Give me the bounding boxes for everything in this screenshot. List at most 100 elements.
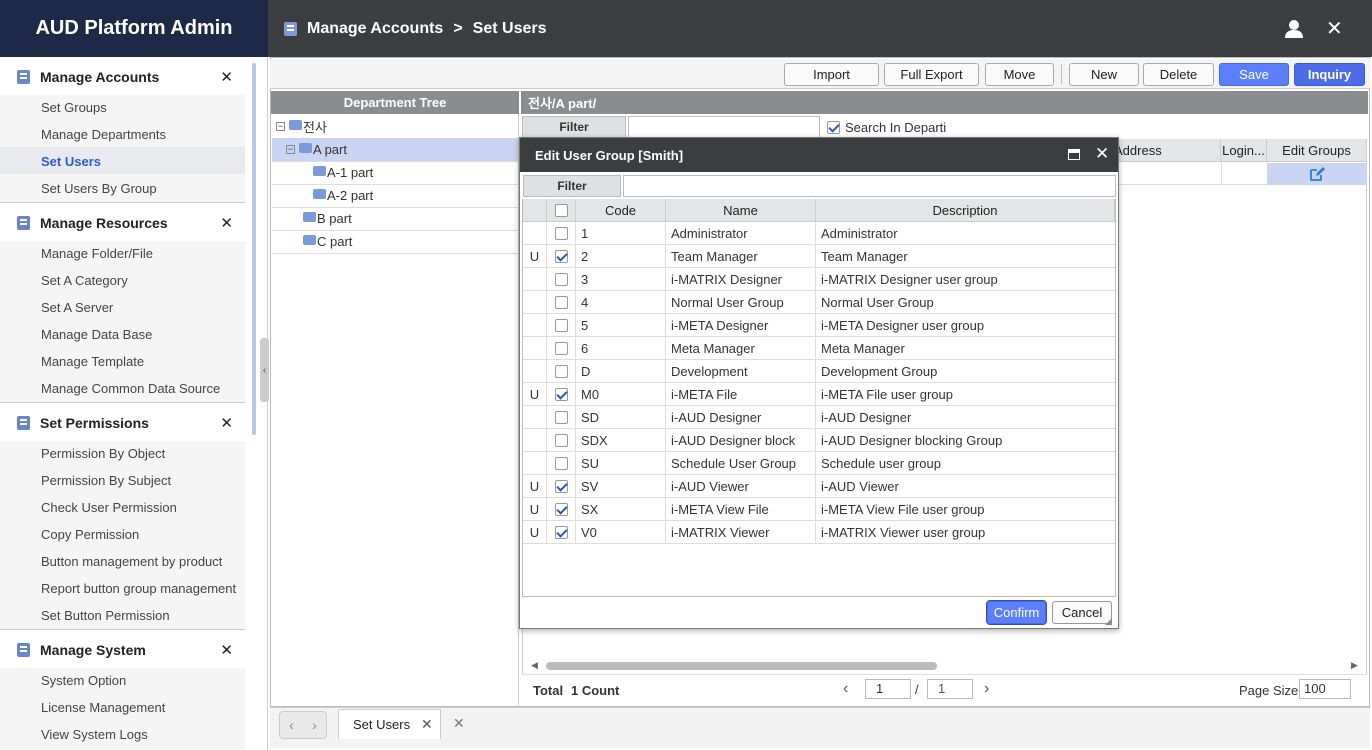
close-all-tabs-icon[interactable]: ✕ bbox=[453, 715, 465, 732]
next-page-icon[interactable]: › bbox=[984, 680, 989, 698]
sidebar-section-manage-accounts[interactable]: Manage Accounts ✕ bbox=[0, 59, 245, 95]
sidebar-item-manage-folder-file[interactable]: Manage Folder/File bbox=[41, 246, 153, 261]
tab-set-users[interactable]: Set Users ✕ bbox=[338, 709, 441, 739]
checkbox-checked-icon[interactable] bbox=[554, 502, 568, 516]
table-row[interactable]: SDX i-AUD Designer block i-AUD Designer bl… bbox=[523, 429, 1115, 452]
collapse-icon[interactable]: − bbox=[276, 122, 285, 131]
column-header-login[interactable]: Login... bbox=[1221, 139, 1267, 162]
dialog-filter-input[interactable] bbox=[623, 175, 1116, 197]
checkbox-checked-icon[interactable] bbox=[827, 121, 840, 134]
sidebar-item-license-management[interactable]: License Management bbox=[41, 700, 165, 715]
checkbox-unchecked-icon[interactable] bbox=[554, 364, 568, 378]
tree-node-c-part[interactable]: C part bbox=[303, 230, 352, 253]
move-button[interactable]: Move bbox=[985, 63, 1054, 86]
select-all-checkbox[interactable] bbox=[554, 203, 568, 217]
full-export-button[interactable]: Full Export bbox=[884, 63, 979, 86]
resize-grip-icon[interactable]: ◢ bbox=[1105, 616, 1112, 627]
sidebar-item-set-a-category[interactable]: Set A Category bbox=[41, 273, 128, 288]
row-checkbox-cell[interactable] bbox=[547, 360, 576, 382]
checkbox-unchecked-icon[interactable] bbox=[554, 410, 568, 424]
tree-node-root[interactable]: − 전사 bbox=[276, 115, 327, 138]
checkbox-unchecked-icon[interactable] bbox=[554, 456, 568, 470]
row-checkbox-cell[interactable] bbox=[547, 429, 576, 451]
search-in-department-checkbox[interactable]: Search In Departi bbox=[827, 120, 946, 135]
sidebar-item-copy-permission[interactable]: Copy Permission bbox=[41, 527, 139, 542]
column-header-address[interactable]: Address bbox=[1110, 139, 1221, 162]
close-icon[interactable]: ✕ bbox=[220, 214, 233, 232]
sidebar-item-manage-common-data-source[interactable]: Manage Common Data Source bbox=[41, 381, 220, 396]
table-row[interactable]: U V0 i-MATRIX Viewer i-MATRIX Viewer user g… bbox=[523, 521, 1115, 544]
sidebar-item-set-groups[interactable]: Set Groups bbox=[41, 100, 107, 115]
sidebar-item-view-system-logs[interactable]: View System Logs bbox=[41, 727, 148, 742]
close-icon[interactable]: ✕ bbox=[220, 68, 233, 86]
close-icon[interactable]: ✕ bbox=[220, 641, 233, 659]
row-checkbox-cell[interactable] bbox=[547, 521, 576, 543]
row-checkbox-cell[interactable] bbox=[547, 337, 576, 359]
table-row[interactable]: U 2 Team Manager Team Manager bbox=[523, 245, 1115, 268]
sidebar-item-permission-by-subject[interactable]: Permission By Subject bbox=[41, 473, 171, 488]
collapse-icon[interactable]: − bbox=[286, 145, 295, 154]
maximize-icon[interactable] bbox=[1068, 149, 1080, 160]
table-row[interactable]: 4 Normal User Group Normal User Group bbox=[523, 291, 1115, 314]
row-checkbox-cell[interactable] bbox=[547, 406, 576, 428]
sidebar-item-permission-by-object[interactable]: Permission By Object bbox=[41, 446, 165, 461]
confirm-button[interactable]: Confirm bbox=[986, 600, 1047, 625]
sidebar-item-manage-template[interactable]: Manage Template bbox=[41, 354, 144, 369]
sidebar-item-set-users-by-group[interactable]: Set Users By Group bbox=[41, 181, 157, 196]
row-checkbox-cell[interactable] bbox=[547, 314, 576, 336]
tree-node-a-2-part[interactable]: A-2 part bbox=[313, 184, 373, 207]
table-row[interactable]: SU Schedule User Group Schedule user group bbox=[523, 452, 1115, 475]
row-checkbox-cell[interactable] bbox=[547, 222, 576, 244]
chevron-left-icon[interactable]: ‹ bbox=[289, 717, 294, 733]
row-checkbox-cell[interactable] bbox=[547, 291, 576, 313]
close-icon[interactable]: ✕ bbox=[220, 414, 233, 432]
sidebar-item-set-a-server[interactable]: Set A Server bbox=[41, 300, 113, 315]
edit-groups-cell[interactable] bbox=[1267, 163, 1367, 185]
tree-node-b-part[interactable]: B part bbox=[303, 207, 352, 230]
column-header-name[interactable]: Name bbox=[666, 199, 816, 222]
user-icon[interactable] bbox=[1284, 19, 1304, 39]
sidebar-item-manage-data-base[interactable]: Manage Data Base bbox=[41, 327, 152, 342]
table-row[interactable]: U M0 i-META File i-META File user group bbox=[523, 383, 1115, 406]
tree-node-a-1-part[interactable]: A-1 part bbox=[313, 161, 373, 184]
row-checkbox-cell[interactable] bbox=[547, 452, 576, 474]
sidebar-item-set-users[interactable]: Set Users bbox=[41, 154, 101, 169]
checkbox-unchecked-icon[interactable] bbox=[554, 433, 568, 447]
table-row[interactable]: 3 i-MATRIX Designer i-MATRIX Designer user… bbox=[523, 268, 1115, 291]
checkbox-unchecked-icon[interactable] bbox=[554, 272, 568, 286]
column-header-edit-groups[interactable]: Edit Groups bbox=[1267, 139, 1367, 162]
checkbox-unchecked-icon[interactable] bbox=[554, 341, 568, 355]
delete-button[interactable]: Delete bbox=[1143, 63, 1214, 86]
table-row[interactable]: D Development Development Group bbox=[523, 360, 1115, 383]
scrollbar-thumb[interactable] bbox=[546, 662, 937, 670]
chevron-right-icon[interactable]: › bbox=[312, 717, 317, 733]
row-checkbox-cell[interactable] bbox=[547, 475, 576, 497]
prev-page-icon[interactable]: ‹ bbox=[843, 680, 848, 698]
save-button[interactable]: Save bbox=[1219, 63, 1289, 86]
sidebar-section-set-permissions[interactable]: Set Permissions ✕ bbox=[0, 405, 245, 441]
tree-node-a-part[interactable]: − A part bbox=[286, 138, 347, 161]
sidebar-section-manage-system[interactable]: Manage System ✕ bbox=[0, 632, 245, 668]
close-icon[interactable]: ✕ bbox=[1095, 144, 1109, 164]
scroll-left-icon[interactable]: ◀ bbox=[531, 660, 538, 671]
user-filter-input[interactable] bbox=[628, 116, 820, 138]
checkbox-checked-icon[interactable] bbox=[554, 479, 568, 493]
table-row[interactable]: 6 Meta Manager Meta Manager bbox=[523, 337, 1115, 360]
sidebar-item-report-button-group-management[interactable]: Report button group management bbox=[41, 581, 236, 596]
new-button[interactable]: New bbox=[1069, 63, 1139, 86]
table-row[interactable]: U SV i-AUD Viewer i-AUD Viewer bbox=[523, 475, 1115, 498]
table-row[interactable]: 1 Administrator Administrator bbox=[523, 222, 1115, 245]
edit-icon[interactable] bbox=[1309, 167, 1325, 181]
close-icon[interactable]: ✕ bbox=[421, 716, 433, 733]
column-header-description[interactable]: Description bbox=[816, 199, 1115, 222]
table-row[interactable]: 5 i-META Designer i-META Designer user gro… bbox=[523, 314, 1115, 337]
checkbox-checked-icon[interactable] bbox=[554, 249, 568, 263]
scroll-right-icon[interactable]: ▶ bbox=[1351, 660, 1358, 671]
cancel-button[interactable]: Cancel bbox=[1052, 601, 1112, 624]
table-row[interactable]: U SX i-META View File i-META View File user… bbox=[523, 498, 1115, 521]
inquiry-button[interactable]: Inquiry bbox=[1294, 63, 1365, 86]
sidebar-item-manage-departments[interactable]: Manage Departments bbox=[41, 127, 166, 142]
page-size-input[interactable]: 100 bbox=[1299, 679, 1351, 699]
table-row[interactable]: SD i-AUD Designer i-AUD Designer bbox=[523, 406, 1115, 429]
sidebar-item-set-button-permission[interactable]: Set Button Permission bbox=[41, 608, 170, 623]
